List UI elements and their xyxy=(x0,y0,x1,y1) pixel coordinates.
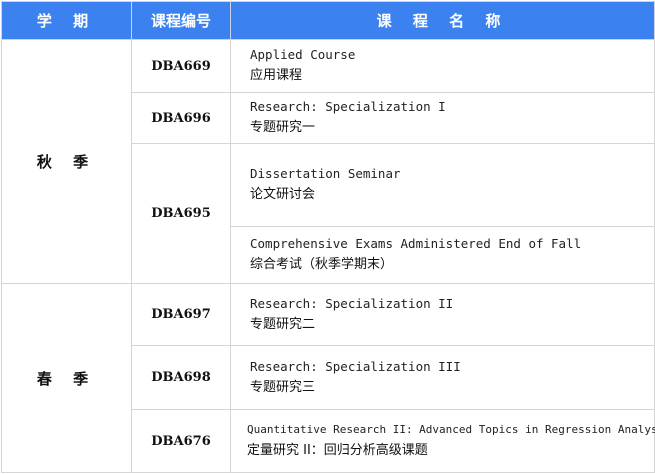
course-name-zh: 应用课程 xyxy=(250,68,303,83)
course-code: DBA697 xyxy=(131,283,231,346)
course-name-zh: 专题研究三 xyxy=(250,379,316,395)
course-name-en: Comprehensive Exams Administered End of … xyxy=(250,236,582,251)
course-code: DBA698 xyxy=(131,345,231,410)
course-name-en: Research: Specialization I xyxy=(250,99,446,114)
course-code: DBA676 xyxy=(131,409,231,473)
course-code: DBA696 xyxy=(131,92,231,144)
course-name-en: Quantitative Research II: Advanced Topic… xyxy=(247,423,655,436)
term-spring: 春 季 xyxy=(1,283,132,473)
course-name-en: Applied Course xyxy=(250,47,356,62)
course-code: DBA669 xyxy=(131,39,231,93)
course-name-en: Dissertation Seminar xyxy=(250,166,401,181)
course-name: Applied Course 应用课程 xyxy=(230,39,655,93)
course-name-zh: 综合考试（秋季学期末） xyxy=(250,257,394,272)
course-name: Quantitative Research II: Advanced Topic… xyxy=(230,409,655,473)
table-row: 春 季 DBA697 Research: Specialization II 专… xyxy=(1,283,655,473)
table-header-row: 学 期 课程编号 课 程 名 称 xyxy=(1,1,655,40)
course-name: Research: Specialization I 专题研究一 xyxy=(230,92,655,144)
course-name: Comprehensive Exams Administered End of … xyxy=(230,226,655,284)
header-course-code: 课程编号 xyxy=(131,1,231,40)
course-name: Research: Specialization III 专题研究三 xyxy=(230,345,655,410)
course-name-zh: 专题研究一 xyxy=(250,120,316,135)
course-name-zh: 论文研讨会 xyxy=(250,187,316,202)
header-course-name: 课 程 名 称 xyxy=(230,1,655,40)
table-row: 秋 季 DBA669 Applied Course 应用课程 xyxy=(1,39,655,284)
header-semester: 学 期 xyxy=(1,1,132,40)
course-name-zh: 专题研究二 xyxy=(250,316,316,332)
course-table: 学 期 课程编号 课 程 名 称 秋 季 DBA669 Applied Cour… xyxy=(1,1,655,473)
term-fall: 秋 季 xyxy=(1,39,132,284)
course-name-zh: 定量研究 II：回归分析高级课题 xyxy=(247,443,428,458)
course-schedule: 学 期 课程编号 课 程 名 称 秋 季 DBA669 Applied Cour… xyxy=(0,0,655,474)
course-name: Dissertation Seminar 论文研讨会 xyxy=(230,143,655,227)
course-name-en: Research: Specialization II xyxy=(250,295,454,311)
course-name-en: Research: Specialization III xyxy=(250,358,461,374)
course-name: Research: Specialization II 专题研究二 xyxy=(230,283,655,346)
course-code: DBA695 xyxy=(131,143,231,284)
